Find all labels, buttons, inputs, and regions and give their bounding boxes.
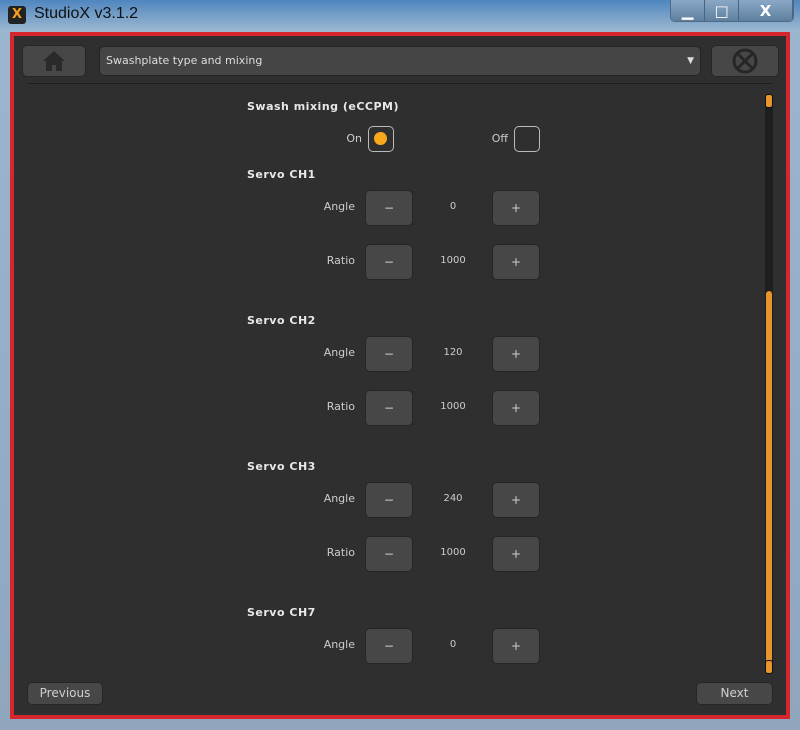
on-label: On	[346, 132, 362, 145]
row-value: 120	[443, 347, 463, 358]
decrement-button[interactable]: −	[365, 482, 413, 518]
decrement-button[interactable]: −	[365, 390, 413, 426]
scrollbar-thumb[interactable]	[766, 290, 772, 664]
selected-dot-icon	[374, 132, 387, 145]
title-bar: X StudioX v3.1.2 ▁ □ X	[0, 0, 800, 30]
increment-button[interactable]: +	[492, 190, 540, 226]
increment-button[interactable]: +	[492, 482, 540, 518]
row-label: Ratio	[326, 400, 355, 413]
window-title: StudioX v3.1.2	[34, 5, 139, 22]
minimize-button[interactable]: ▁	[671, 0, 706, 21]
row-label: Ratio	[326, 546, 355, 559]
row-label: Angle	[323, 492, 355, 505]
row-label: Ratio	[326, 254, 355, 267]
scroll-down-button[interactable]	[765, 660, 773, 674]
servo-heading: Servo CH3	[247, 460, 316, 473]
app-panel: Swashplate type and mixing ▼ Swash mixing…	[10, 32, 790, 719]
mixing-off-radio[interactable]	[514, 126, 540, 152]
app-logo-icon: X	[8, 6, 26, 24]
mixing-on-radio[interactable]	[368, 126, 394, 152]
increment-button[interactable]: +	[492, 628, 540, 664]
decrement-button[interactable]: −	[365, 336, 413, 372]
increment-button[interactable]: +	[492, 336, 540, 372]
disconnect-button[interactable]	[711, 45, 779, 77]
decrement-button[interactable]: −	[365, 536, 413, 572]
page-select-dropdown[interactable]: Swashplate type and mixing ▼	[99, 46, 701, 76]
servo-heading: Servo CH1	[247, 168, 316, 181]
decrement-button[interactable]: −	[365, 190, 413, 226]
row-value: 0	[449, 201, 457, 212]
page-select-value: Swashplate type and mixing	[106, 54, 263, 67]
row-value: 1000	[440, 547, 466, 558]
row-label: Angle	[323, 346, 355, 359]
row-value: 1000	[440, 255, 466, 266]
maximize-button[interactable]: □	[705, 0, 740, 21]
row-value: 0	[449, 639, 457, 650]
previous-button[interactable]: Previous	[27, 682, 103, 705]
servo-heading: Servo CH7	[247, 606, 316, 619]
increment-button[interactable]: +	[492, 390, 540, 426]
home-icon	[43, 51, 65, 71]
decrement-button[interactable]: −	[365, 628, 413, 664]
servo-heading: Servo CH2	[247, 314, 316, 327]
scrollbar[interactable]	[765, 94, 773, 674]
row-label: Angle	[323, 200, 355, 213]
next-button[interactable]: Next	[696, 682, 773, 705]
no-heli-icon	[732, 48, 758, 74]
off-label: Off	[491, 132, 508, 145]
chevron-down-icon: ▼	[687, 56, 694, 66]
row-label: Angle	[323, 638, 355, 651]
increment-button[interactable]: +	[492, 536, 540, 572]
decrement-button[interactable]: −	[365, 244, 413, 280]
close-button[interactable]: X	[739, 0, 793, 21]
mixing-heading: Swash mixing (eCCPM)	[247, 100, 400, 113]
home-button[interactable]	[22, 45, 86, 77]
settings-scroll-area: Swash mixing (eCCPM) On Off Servo CH1 An…	[14, 84, 786, 672]
row-value: 1000	[440, 401, 466, 412]
row-value: 240	[443, 493, 463, 504]
scroll-up-button[interactable]	[765, 94, 773, 108]
increment-button[interactable]: +	[492, 244, 540, 280]
